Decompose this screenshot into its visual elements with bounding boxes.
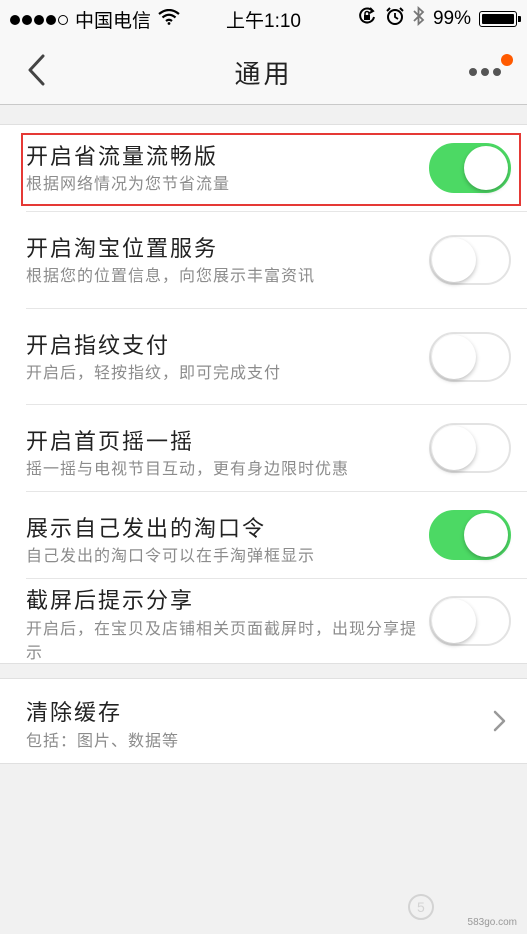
bluetooth-icon — [413, 5, 425, 32]
toggle-knob — [432, 335, 476, 379]
setting-title: 开启首页摇一摇 — [26, 430, 195, 455]
chevron-right-icon — [493, 710, 506, 732]
chevron-left-icon — [28, 54, 45, 86]
status-bar: 中国电信 上午1:10 99% — [0, 0, 527, 36]
more-dots-icon — [469, 68, 477, 76]
setting-row: 展示自己发出的淘口令自己发出的淘口令可以在手淘弹框显示 — [26, 492, 527, 579]
toggle-knob — [432, 426, 476, 470]
setting-desc: 开启后，轻按指纹，即可完成支付 — [26, 363, 282, 382]
setting-title: 展示自己发出的淘口令 — [26, 517, 267, 542]
rotation-lock-icon — [357, 6, 377, 32]
toggle-switch[interactable] — [429, 143, 511, 193]
clear-cache-title: 清除缓存 — [26, 701, 123, 726]
setting-desc: 根据网络情况为您节省流量 — [26, 174, 231, 193]
toggle-knob — [432, 238, 476, 282]
toggle-switch[interactable] — [429, 510, 511, 560]
battery-percent: 99% — [432, 8, 471, 29]
svg-text:5: 5 — [417, 899, 425, 915]
alarm-icon — [385, 6, 405, 32]
status-right: 99% — [357, 5, 521, 32]
toggle-switch[interactable] — [429, 332, 511, 382]
setting-title: 开启指纹支付 — [26, 334, 171, 359]
back-button[interactable] — [18, 52, 54, 88]
setting-desc: 开启后，在宝贝及店铺相关页面截屏时，出现分享提示 — [26, 619, 418, 662]
toggle-knob — [464, 513, 508, 557]
setting-title: 截屏后提示分享 — [26, 589, 195, 614]
setting-desc: 摇一摇与电视节目互动，更有身边限时优惠 — [26, 459, 350, 478]
setting-row: 开启指纹支付开启后，轻按指纹，即可完成支付 — [26, 309, 527, 405]
toggle-knob — [432, 599, 476, 643]
setting-desc: 自己发出的淘口令可以在手淘弹框显示 — [26, 546, 316, 565]
clear-cache-row[interactable]: 清除缓存 包括：图片、数据等 — [0, 678, 527, 764]
setting-title: 开启淘宝位置服务 — [26, 237, 219, 262]
battery-fill — [482, 14, 514, 24]
battery-icon — [479, 11, 521, 27]
toggle-switch[interactable] — [429, 235, 511, 285]
toggle-switch[interactable] — [429, 596, 511, 646]
setting-desc: 根据您的位置信息，向您展示丰富资讯 — [26, 266, 316, 285]
setting-title: 开启省流量流畅版 — [26, 145, 219, 170]
page-title: 通用 — [234, 60, 293, 90]
more-button[interactable] — [467, 54, 513, 88]
notification-dot — [501, 54, 513, 66]
toggle-switch[interactable] — [429, 423, 511, 473]
watermark-text: 583go.com — [467, 917, 517, 928]
setting-row: 开启首页摇一摇摇一摇与电视节目互动，更有身边限时优惠 — [26, 405, 527, 492]
toggle-knob — [464, 146, 508, 190]
setting-row: 开启省流量流畅版根据网络情况为您节省流量 — [26, 125, 527, 212]
clear-cache-desc: 包括：图片、数据等 — [26, 731, 180, 750]
nav-bar: 通用 — [0, 36, 527, 105]
setting-row: 开启淘宝位置服务根据您的位置信息，向您展示丰富资讯 — [26, 212, 527, 309]
setting-row: 截屏后提示分享开启后，在宝贝及店铺相关页面截屏时，出现分享提示 — [26, 579, 527, 663]
settings-list: 开启省流量流畅版根据网络情况为您节省流量开启淘宝位置服务根据您的位置信息，向您展… — [0, 124, 527, 664]
